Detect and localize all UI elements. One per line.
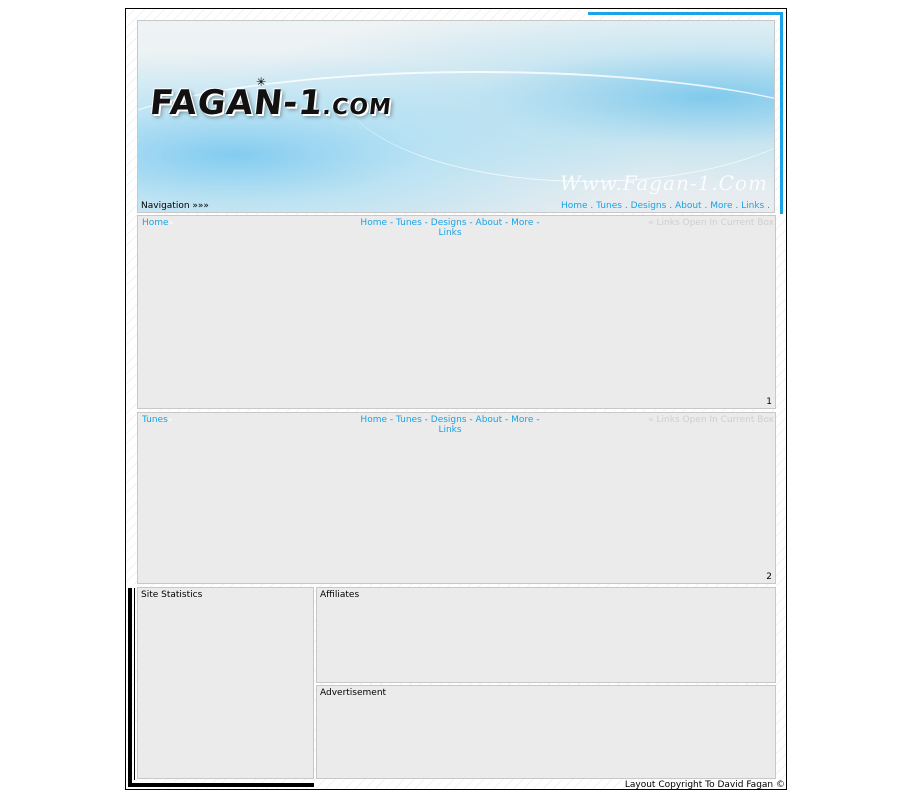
box2-link-tunes[interactable]: Tunes bbox=[396, 415, 422, 425]
double-arrow-icon: » bbox=[167, 415, 173, 424]
content-box-home: Home» Home - Tunes - Designs - About - M… bbox=[137, 215, 776, 409]
site-statistics-box: Site Statistics bbox=[137, 587, 314, 779]
logo-text: FAGAN-1 bbox=[147, 83, 326, 123]
box1-note: « Links Open In Current Box bbox=[648, 218, 774, 228]
double-arrow-icon: » bbox=[168, 218, 174, 227]
banner-watermark: Www.Fagan-1.Com bbox=[560, 171, 768, 195]
content-box-tunes: Tunes» Home - Tunes - Designs - About - … bbox=[137, 412, 776, 584]
box1-link-tunes[interactable]: Tunes bbox=[396, 218, 422, 228]
header-link-home[interactable]: Home bbox=[561, 201, 588, 211]
box1-link-designs[interactable]: Designs bbox=[431, 218, 467, 228]
box2-link-more[interactable]: More bbox=[511, 415, 533, 425]
box-title-tunes: Tunes» bbox=[142, 415, 173, 425]
header-link-tunes[interactable]: Tunes bbox=[596, 201, 622, 211]
advertisement-box: Advertisement bbox=[316, 685, 776, 779]
header-link-more[interactable]: More bbox=[710, 201, 732, 211]
accent-line-top bbox=[588, 12, 783, 15]
box1-nav-links: Home - Tunes - Designs - About - More - … bbox=[360, 218, 540, 238]
affiliates-title: Affiliates bbox=[320, 590, 360, 600]
box-title-home: Home» bbox=[142, 218, 174, 228]
box2-nav-links: Home - Tunes - Designs - About - More - … bbox=[360, 415, 540, 435]
accent-line-bottom bbox=[128, 783, 314, 787]
box2-link-links[interactable]: Links bbox=[438, 425, 461, 435]
advertisement-title: Advertisement bbox=[320, 688, 387, 698]
box2-link-home[interactable]: Home bbox=[360, 415, 387, 425]
box1-link-about[interactable]: About bbox=[476, 218, 503, 228]
sparkle-icon: ✳ bbox=[256, 75, 267, 89]
box2-link-about[interactable]: About bbox=[476, 415, 503, 425]
box1-link-more[interactable]: More bbox=[511, 218, 533, 228]
box2-note: « Links Open In Current Box bbox=[648, 415, 774, 425]
header-link-about[interactable]: About bbox=[675, 201, 702, 211]
navigation-label: Navigation »»» bbox=[141, 201, 209, 211]
box1-link-home[interactable]: Home bbox=[360, 218, 387, 228]
header-link-links[interactable]: Links bbox=[741, 201, 764, 211]
box2-number: 2 bbox=[766, 572, 772, 582]
accent-line-left bbox=[128, 588, 132, 786]
header-nav-links: Home . Tunes . Designs . About . More . … bbox=[560, 201, 770, 211]
affiliates-box: Affiliates bbox=[316, 587, 776, 683]
box1-number: 1 bbox=[766, 397, 772, 407]
site-statistics-title: Site Statistics bbox=[141, 590, 203, 600]
site-logo[interactable]: FAGAN-1.COM bbox=[148, 83, 394, 123]
box2-link-designs[interactable]: Designs bbox=[431, 415, 467, 425]
accent-line-right bbox=[780, 12, 783, 214]
footer-copyright: Layout Copyright To David Fagan © bbox=[624, 780, 785, 790]
box1-link-links[interactable]: Links bbox=[438, 228, 461, 238]
logo-suffix: .COM bbox=[321, 95, 394, 120]
header-link-designs[interactable]: Designs bbox=[631, 201, 667, 211]
accent-line-left-thin bbox=[134, 588, 135, 780]
header-banner: FAGAN-1.COM ✳ Www.Fagan-1.Com Navigation… bbox=[137, 20, 775, 213]
